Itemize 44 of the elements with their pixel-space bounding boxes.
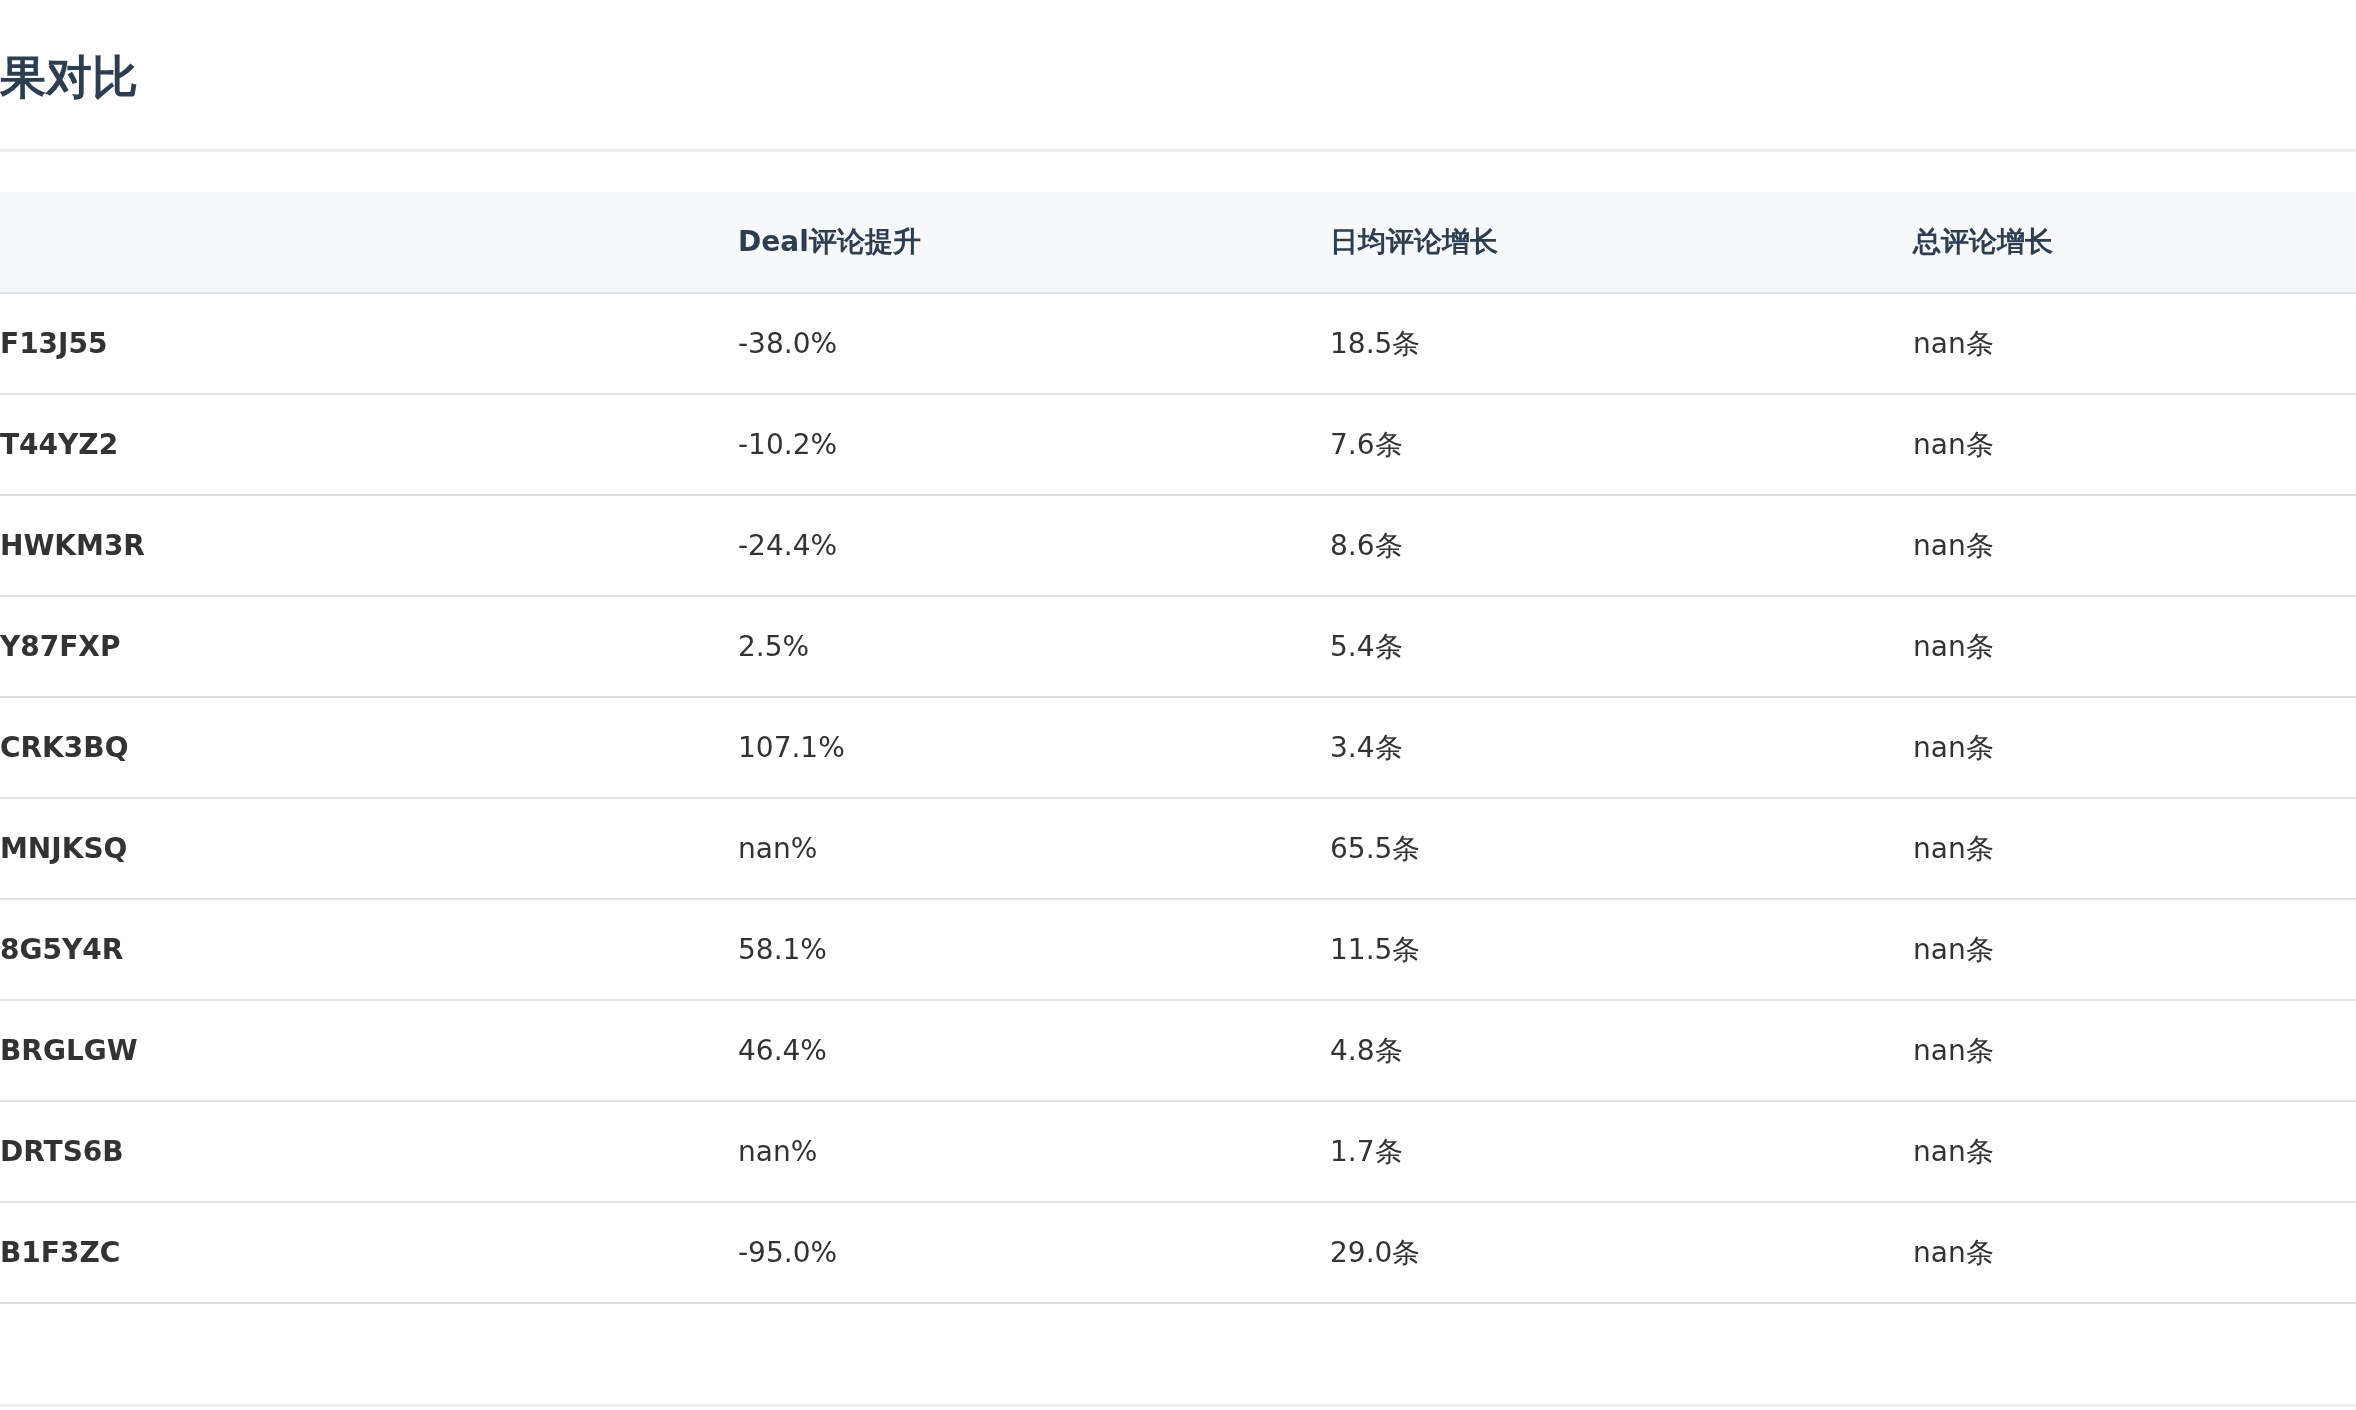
table-cell: nan条: [1913, 831, 1994, 865]
table-cell: 29.0条: [1330, 1235, 1421, 1269]
table-cell: nan条: [1913, 730, 1994, 764]
table-cell: -38.0%: [738, 326, 838, 360]
table-cell: -95.0%: [738, 1235, 838, 1269]
table-cell: 18.5条: [1330, 326, 1421, 360]
table-cell: 3.4条: [1330, 730, 1403, 764]
row-label: Y87FXP: [0, 629, 121, 663]
row-label: BRGLGW: [0, 1033, 138, 1067]
table-cell: nan条: [1913, 1134, 1994, 1168]
section-title: 果对比: [0, 49, 138, 106]
table-cell: nan条: [1913, 528, 1994, 562]
table-cell: 5.4条: [1330, 629, 1403, 663]
table-cell: 2.5%: [738, 629, 810, 663]
table-cell: nan条: [1913, 1033, 1994, 1067]
table-cell: 58.1%: [738, 932, 827, 966]
table-cell: 1.7条: [1330, 1134, 1403, 1168]
table-cell: nan条: [1913, 427, 1994, 461]
table-cell: 4.8条: [1330, 1033, 1403, 1067]
table-cell: nan条: [1913, 1235, 1994, 1269]
table-cell: -24.4%: [738, 528, 838, 562]
column-header: Deal评论提升: [738, 225, 921, 258]
column-header: 日均评论增长: [1330, 225, 1498, 258]
row-label: MNJKSQ: [0, 831, 128, 865]
row-label: HWKM3R: [0, 528, 145, 562]
row-label: F13J55: [0, 326, 108, 360]
table-cell: nan条: [1913, 629, 1994, 663]
table-cell: 65.5条: [1330, 831, 1421, 865]
row-label: T44YZ2: [0, 427, 119, 461]
row-label: DRTS6B: [0, 1134, 124, 1168]
column-header: 总评论增长: [1913, 225, 2053, 258]
table-cell: 7.6条: [1330, 427, 1403, 461]
table-cell: -10.2%: [738, 427, 838, 461]
table-cell: nan条: [1913, 932, 1994, 966]
table-cell: 107.1%: [738, 730, 845, 764]
row-label: 8G5Y4R: [0, 932, 124, 966]
table-cell: 11.5条: [1330, 932, 1421, 966]
table-cell: nan%: [738, 1134, 818, 1168]
table-cell: nan%: [738, 831, 818, 865]
row-label: B1F3ZC: [0, 1235, 121, 1269]
table-cell: 46.4%: [738, 1033, 827, 1067]
table-cell: 8.6条: [1330, 528, 1403, 562]
row-label: CRK3BQ: [0, 730, 129, 764]
table-cell: nan条: [1913, 326, 1994, 360]
